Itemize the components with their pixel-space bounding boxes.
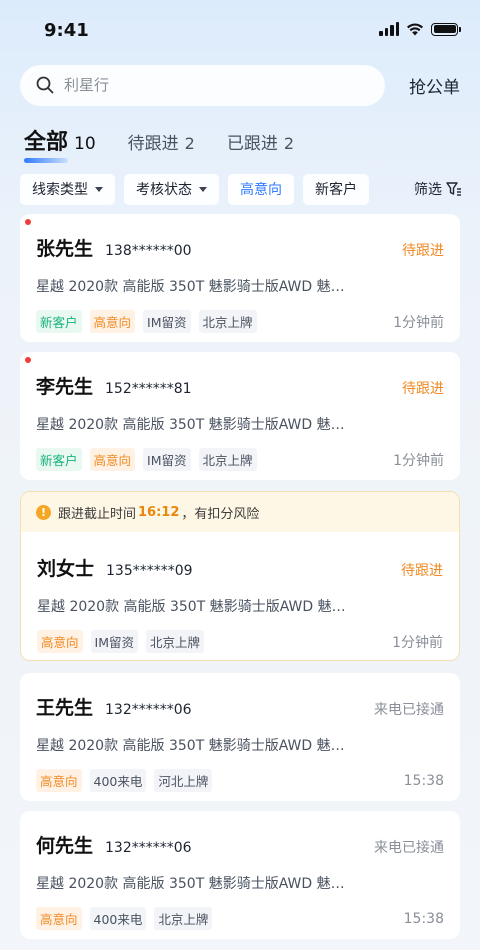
- lead-time: 15:38: [403, 910, 444, 927]
- filter-button[interactable]: 筛选: [414, 179, 462, 199]
- lead-status: 待跟进: [402, 381, 444, 397]
- tag-new-customer: 新客户: [36, 310, 82, 333]
- battery-icon: [431, 22, 461, 36]
- review-status-dropdown[interactable]: 考核状态: [124, 173, 219, 205]
- lead-time: 1分钟前: [393, 314, 444, 331]
- tag-plate-region: 北京上牌: [198, 448, 257, 471]
- tab-all[interactable]: 全部 10: [24, 124, 96, 163]
- deadline-warning-banner: ! 跟进截止时间 16:12 ，有扣分风险: [21, 492, 459, 532]
- tag-source: IM留资: [143, 310, 191, 333]
- warning-icon: !: [36, 504, 51, 520]
- grab-public-order-button[interactable]: 抢公单: [409, 73, 460, 98]
- tab-count: 2: [283, 134, 295, 153]
- tag-plate-region: 北京上牌: [146, 630, 205, 653]
- lead-time: 1分钟前: [392, 634, 443, 651]
- lead-card[interactable]: 张先生 138******00 待跟进 星越 2020款 高能版 350T 魅影…: [20, 214, 460, 342]
- lead-type-dropdown[interactable]: 线索类型: [20, 173, 115, 205]
- tag-source: 400来电: [89, 769, 147, 792]
- customer-phone: 132******06: [105, 840, 192, 856]
- tag-new-customer: 新客户: [36, 448, 82, 471]
- customer-phone: 132******06: [105, 702, 192, 718]
- status-icons: [379, 22, 461, 36]
- warning-prefix: 跟进截止时间: [58, 506, 137, 522]
- lead-card[interactable]: 李先生 152******81 待跟进 星越 2020款 高能版 350T 魅影…: [20, 352, 460, 480]
- tag-plate-region: 北京上牌: [154, 907, 213, 930]
- customer-name: 何先生: [36, 835, 94, 857]
- tab-followed[interactable]: 已跟进 2: [227, 129, 294, 154]
- filter-icon: [446, 182, 461, 196]
- active-tab-indicator: [24, 158, 68, 163]
- warning-deadline-time: 16:12: [138, 504, 180, 520]
- wifi-icon: [407, 23, 423, 36]
- lead-time: 15:38: [403, 772, 444, 789]
- tag-source: IM留资: [90, 630, 138, 653]
- customer-name: 刘女士: [37, 558, 95, 580]
- vehicle-model: 星越 2020款 高能版 350T 魅影骑士版AWD 魅…: [36, 738, 345, 754]
- search-box[interactable]: [20, 64, 385, 106]
- tag-source: IM留资: [143, 448, 191, 471]
- tag-high-intent: 高意向: [89, 310, 136, 333]
- tab-label: 待跟进: [127, 134, 179, 154]
- new-customer-chip[interactable]: 新客户: [303, 173, 369, 205]
- tab-pending[interactable]: 待跟进 2: [128, 129, 195, 154]
- tag-high-intent: 高意向: [36, 907, 82, 930]
- customer-phone: 135******09: [106, 563, 193, 579]
- customer-phone: 138******00: [105, 243, 192, 259]
- chevron-down-icon: [95, 186, 103, 192]
- customer-phone: 152******81: [105, 381, 192, 397]
- lead-card[interactable]: 王先生 132******06 来电已接通 星越 2020款 高能版 350T …: [20, 673, 460, 801]
- vehicle-model: 星越 2020款 高能版 350T 魅影骑士版AWD 魅…: [36, 876, 345, 892]
- lead-tabs: 全部 10 待跟进 2 已跟进 2: [24, 124, 326, 163]
- lead-status: 来电已接通: [374, 840, 444, 856]
- search-input[interactable]: [64, 76, 344, 94]
- lead-type-label: 线索类型: [32, 182, 88, 198]
- customer-name: 张先生: [36, 238, 94, 260]
- review-status-label: 考核状态: [136, 182, 192, 198]
- cellular-signal-icon: [379, 22, 399, 36]
- lead-status: 待跟进: [402, 243, 444, 259]
- filter-label: 筛选: [414, 182, 442, 198]
- tab-count: 10: [74, 134, 96, 154]
- vehicle-model: 星越 2020款 高能版 350T 魅影骑士版AWD 魅…: [37, 599, 346, 615]
- customer-name: 王先生: [36, 697, 94, 719]
- tag-high-intent: 高意向: [89, 448, 136, 471]
- tab-label: 已跟进: [226, 134, 278, 154]
- lead-status: 待跟进: [401, 563, 443, 579]
- tab-label: 全部: [24, 130, 69, 155]
- tag-plate-region: 河北上牌: [154, 769, 213, 792]
- vehicle-model: 星越 2020款 高能版 350T 魅影骑士版AWD 魅…: [36, 417, 345, 433]
- search-icon: [36, 76, 54, 94]
- tag-high-intent: 高意向: [37, 630, 83, 653]
- tag-high-intent: 高意向: [36, 769, 82, 792]
- search-row: 抢公单: [20, 64, 460, 106]
- high-intent-chip[interactable]: 高意向: [228, 173, 294, 205]
- filter-bar: 线索类型 考核状态 高意向 新客户 筛选: [20, 173, 462, 205]
- lead-status: 来电已接通: [374, 702, 444, 718]
- chevron-down-icon: [199, 186, 207, 192]
- tag-source: 400来电: [89, 907, 147, 930]
- lead-card[interactable]: 何先生 132******06 来电已接通 星越 2020款 高能版 350T …: [20, 811, 460, 939]
- tag-plate-region: 北京上牌: [198, 310, 257, 333]
- lead-time: 1分钟前: [393, 452, 444, 469]
- tab-count: 2: [184, 134, 195, 153]
- lead-card-warning[interactable]: ! 跟进截止时间 16:12 ，有扣分风险 刘女士 135******09 待跟…: [20, 491, 460, 661]
- customer-name: 李先生: [36, 376, 94, 398]
- status-time: 9:41: [44, 20, 89, 41]
- warning-suffix: ，有扣分风险: [181, 506, 260, 522]
- status-bar: 9:41: [0, 0, 480, 62]
- vehicle-model: 星越 2020款 高能版 350T 魅影骑士版AWD 魅…: [36, 279, 345, 295]
